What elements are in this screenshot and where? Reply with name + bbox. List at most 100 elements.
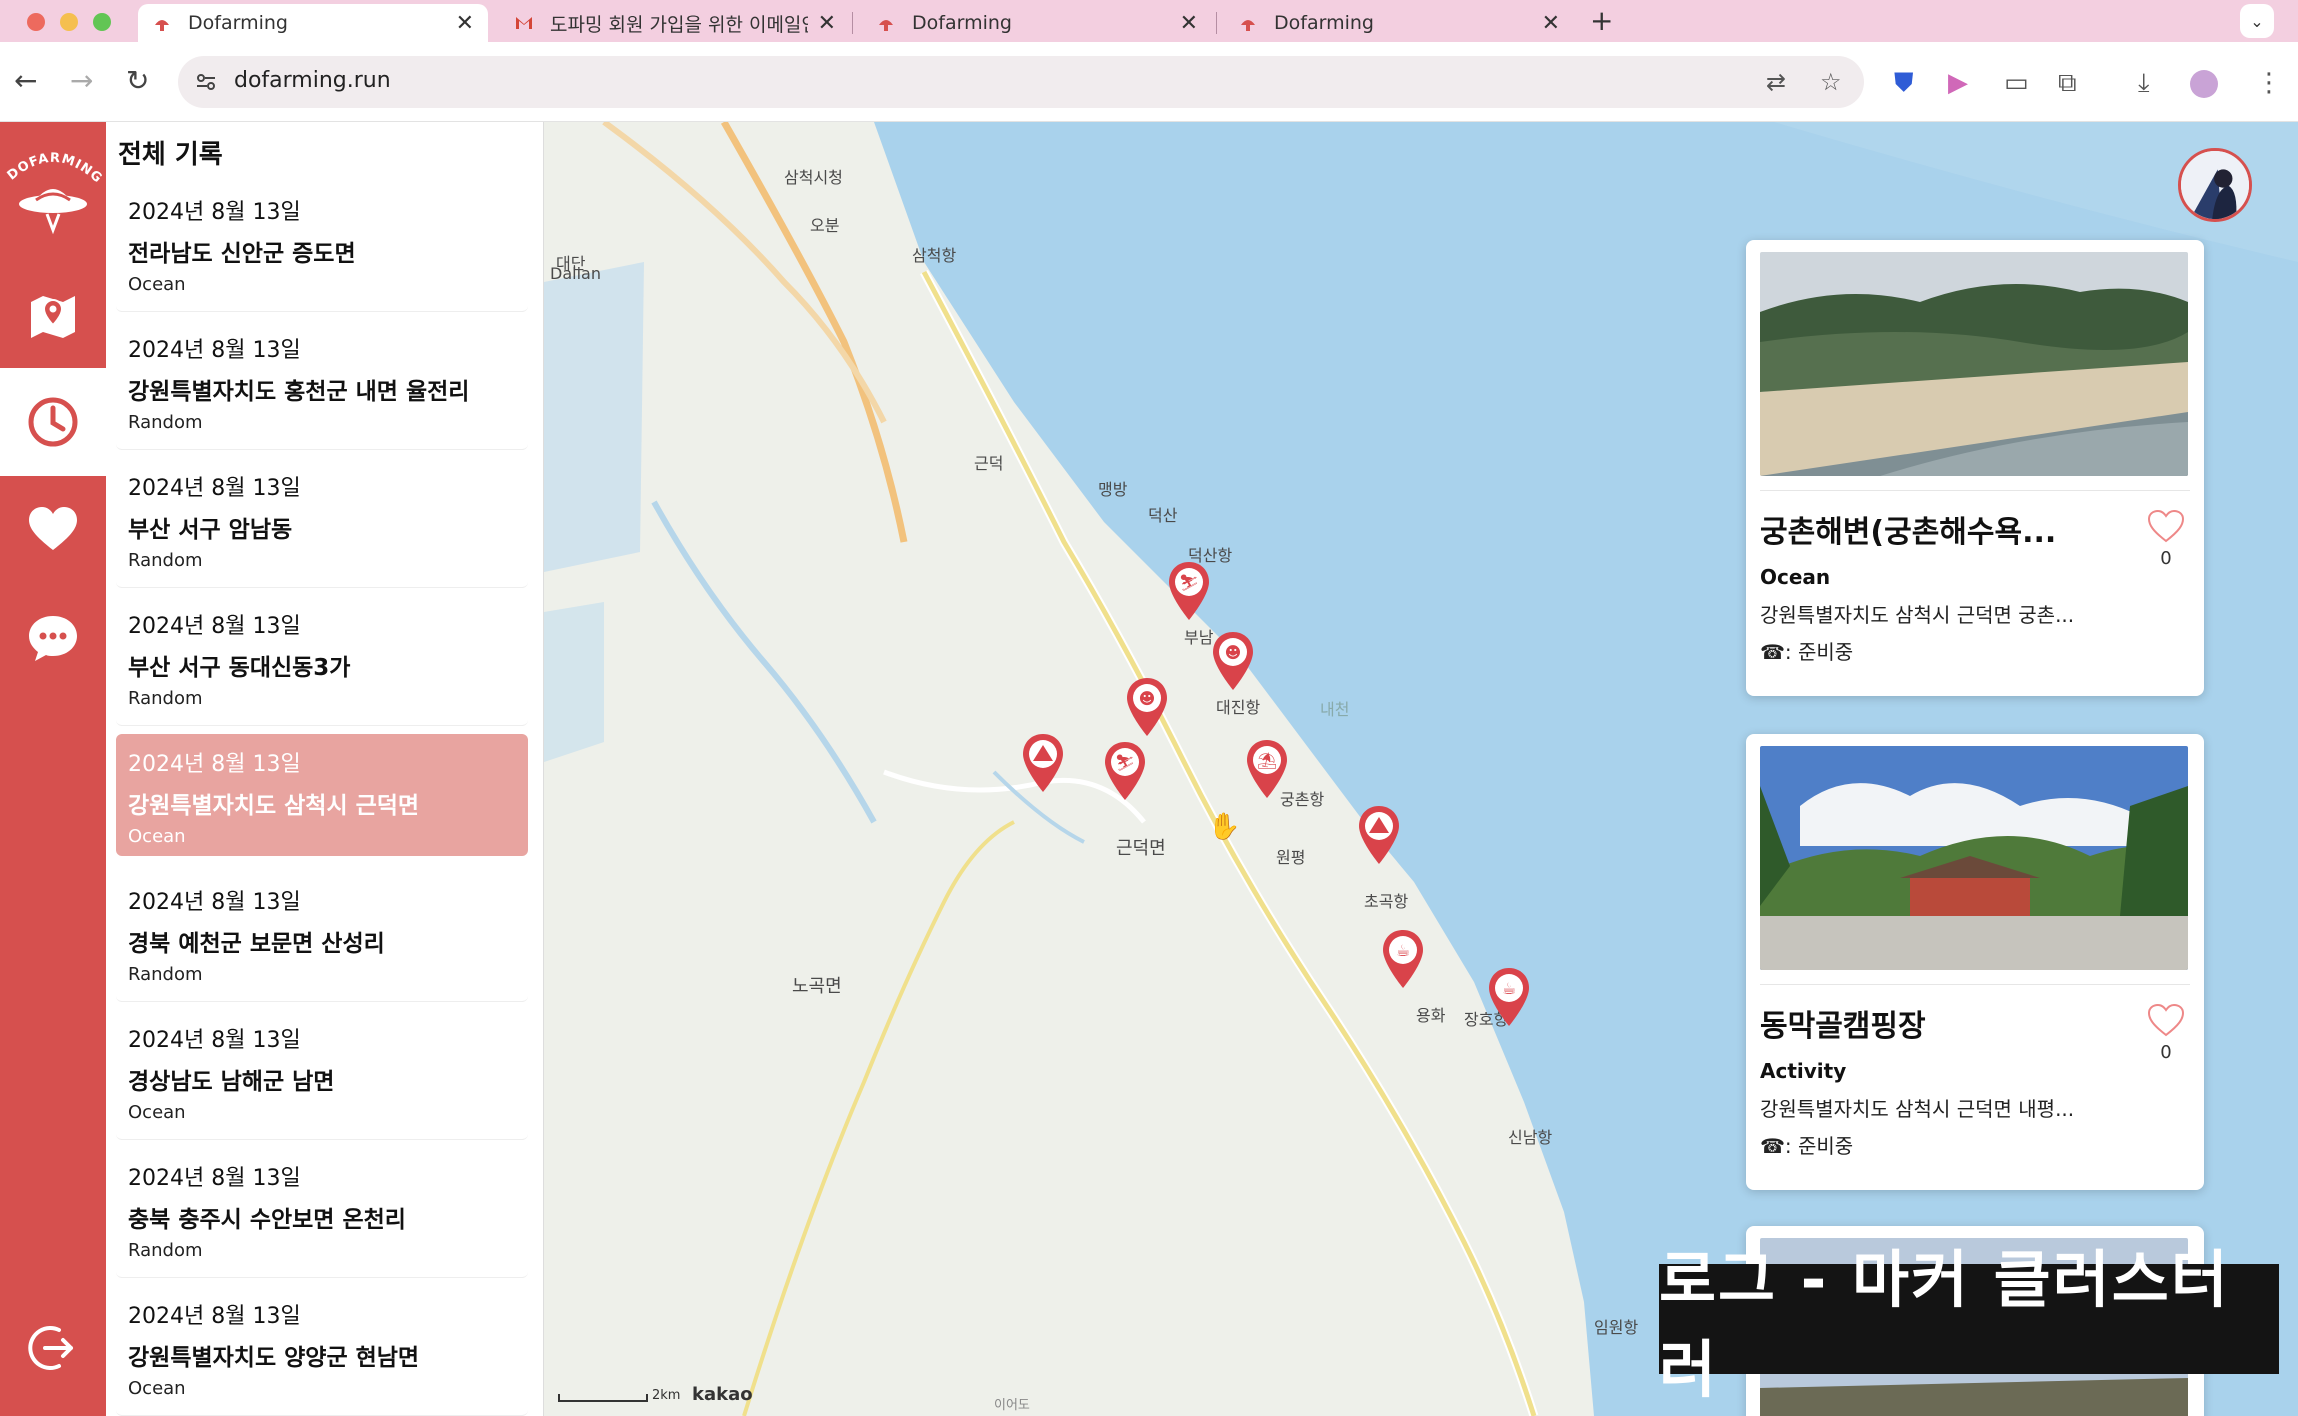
map-label: 근덕 (974, 454, 1004, 473)
map-label: 대진항 (1216, 698, 1261, 717)
place-card[interactable]: 동막골캠핑장 0 Activity 강원특별자치도 삼척시 근덕면 내평... … (1746, 734, 2204, 1190)
window-minimize-button[interactable] (60, 13, 78, 31)
record-date: 2024년 8월 13일 (128, 752, 301, 777)
record-location: 충북 충주시 수안보면 온천리 (128, 1207, 406, 1233)
like-button[interactable]: 0 (2146, 1002, 2186, 1063)
place-name: 동막골캠핑장 (1760, 1009, 1926, 1044)
history-record[interactable]: 2024년 8월 13일 경북 예천군 보문면 산성리 Random (116, 872, 528, 1002)
record-location: 강원특별자치도 삼척시 근덕면 (128, 793, 420, 819)
window-zoom-button[interactable] (93, 13, 111, 31)
record-category: Ocean (128, 1102, 186, 1123)
tab-close-icon[interactable]: ✕ (1180, 11, 1198, 36)
tent-marker-icon[interactable] (1356, 804, 1402, 866)
map-label: 이어도 (994, 1398, 1030, 1413)
side-rail: DOFARMING (0, 122, 106, 1416)
record-date: 2024년 8월 13일 (128, 476, 301, 501)
rail-history-button[interactable] (0, 368, 106, 476)
rail-logout-button[interactable] (0, 1294, 106, 1402)
record-date: 2024년 8월 13일 (128, 338, 301, 363)
record-category: Random (128, 1240, 203, 1261)
record-location: 강원특별자치도 양양군 현남면 (128, 1345, 420, 1371)
translate-icon[interactable]: ⇄ (1766, 68, 1786, 96)
cafe-marker-icon[interactable]: ☕ (1380, 928, 1426, 990)
reload-icon[interactable]: ↻ (126, 64, 149, 97)
shield-extension-icon[interactable]: ⛊ (1894, 68, 1914, 99)
new-tab-button[interactable]: + (1590, 4, 1613, 37)
cafe-marker-icon[interactable]: ☕ (1486, 966, 1532, 1028)
place-photo-camping (1760, 746, 2188, 970)
place-card[interactable]: 궁촌해변(궁촌해수욕... 0 Ocean 강원특별자치도 삼척시 근덕면 궁촌… (1746, 240, 2204, 696)
history-record[interactable]: 2024년 8월 13일 부산 서구 동대신동3가 Random (116, 596, 528, 726)
site-settings-icon[interactable] (194, 70, 218, 94)
address-bar[interactable]: dofarming.run ⇄ ☆ (178, 56, 1864, 108)
place-phone: ☎: 준비중 (1760, 1134, 1854, 1158)
more-menu-icon[interactable]: ⋮ (2256, 68, 2282, 98)
ski-marker-icon[interactable]: ⛷ (1166, 560, 1212, 622)
bookmark-star-icon[interactable]: ☆ (1820, 68, 1842, 96)
window-close-button[interactable] (27, 13, 45, 31)
profile-avatar-icon[interactable] (2190, 70, 2218, 98)
record-category: Ocean (128, 826, 186, 847)
record-date: 2024년 8월 13일 (128, 200, 301, 225)
heart-outline-icon (2147, 1003, 2185, 1037)
tab-dofarming-3[interactable]: Dofarming ✕ (1224, 4, 1574, 42)
place-photo-beach (1760, 252, 2188, 476)
logout-icon (28, 1326, 73, 1370)
map-label: 근덕면 (1116, 838, 1166, 859)
record-location: 전라남도 신안군 증도면 (128, 241, 356, 267)
extensions-puzzle-icon[interactable]: ⧉ (2058, 68, 2077, 99)
browser-toolbar: ← → ↻ dofarming.run ⇄ ☆ ⛊ ▶ ▭ ⧉ ⤓ ⋮ (0, 42, 2298, 122)
cast-extension-icon[interactable]: ▭ (2004, 68, 2029, 98)
swim-marker-icon[interactable]: ☻ (1124, 676, 1170, 738)
app-root: DOFARMING 전체 기록 2024년 8월 13일 전라남도 신안군 증도면… (0, 122, 2298, 1416)
record-category: Random (128, 412, 203, 433)
beach-marker-icon[interactable]: ⛱ (1244, 738, 1290, 800)
like-button[interactable]: 0 (2146, 508, 2186, 569)
media-extension-icon[interactable]: ▶ (1948, 68, 1968, 98)
svg-text:☕: ☕ (1396, 941, 1410, 960)
record-category: Random (128, 688, 203, 709)
tab-close-icon[interactable]: ✕ (456, 11, 474, 36)
rail-chat-button[interactable] (0, 584, 106, 692)
dofarming-logo[interactable]: DOFARMING (0, 142, 106, 252)
ski-marker-icon[interactable]: ⛷ (1102, 740, 1148, 802)
history-record[interactable]: 2024년 8월 13일 강원특별자치도 양양군 현남면 Ocean (116, 1286, 528, 1416)
record-location: 경상남도 남해군 남면 (128, 1069, 335, 1095)
place-category: Activity (1760, 1059, 1847, 1083)
user-avatar-image (2181, 151, 2249, 219)
tent-marker-icon[interactable] (1020, 732, 1066, 794)
map-view[interactable]: 삼척시청 대단 Dalian 오분 삼척항 근덕 맹방 덕산 덕산항 부남 대진… (544, 122, 2298, 1416)
history-record[interactable]: 2024년 8월 13일 부산 서구 암남동 Random (116, 458, 528, 588)
record-location: 경북 예천군 보문면 산성리 (128, 931, 385, 957)
map-label: 원평 (1276, 848, 1306, 867)
download-icon[interactable]: ⤓ (2138, 68, 2150, 99)
chat-bubble-icon (29, 616, 77, 661)
dofarming-favicon-icon (155, 20, 169, 31)
url-text: dofarming.run (234, 68, 391, 93)
record-category: Ocean (128, 274, 186, 295)
history-record[interactable]: 2024년 8월 13일 충북 충주시 수안보면 온천리 Random (116, 1148, 528, 1278)
history-record[interactable]: 2024년 8월 13일강원특별자치도 삼척시 근덕면 Ocean (116, 734, 528, 856)
tab-close-icon[interactable]: ✕ (1542, 11, 1560, 36)
place-address: 강원특별자치도 삼척시 근덕면 내평... (1760, 1097, 2075, 1121)
tab-title: Dofarming (1274, 12, 1374, 34)
svg-text:☻: ☻ (1139, 689, 1156, 708)
tab-title: Dofarming (188, 12, 288, 34)
map-pin-icon (31, 296, 75, 338)
tab-search-chevron-icon[interactable]: ⌄ (2240, 4, 2274, 38)
swim-marker-icon[interactable]: ☻ (1210, 630, 1256, 692)
user-avatar[interactable] (2178, 148, 2252, 222)
record-date: 2024년 8월 13일 (128, 614, 301, 639)
back-arrow-icon[interactable]: ← (14, 64, 37, 97)
rail-map-button[interactable] (0, 260, 106, 368)
tab-close-icon[interactable]: ✕ (818, 11, 836, 36)
map-label: 오분 (810, 216, 840, 235)
tab-gmail[interactable]: 도파밍 회원 가입을 위한 이메일인... ✕ (500, 4, 850, 42)
rail-favorites-button[interactable] (0, 476, 106, 584)
forward-arrow-icon[interactable]: → (70, 64, 93, 97)
tab-dofarming-2[interactable]: Dofarming ✕ (862, 4, 1212, 42)
history-record[interactable]: 2024년 8월 13일전라남도 신안군 증도면 Ocean (116, 182, 528, 312)
history-record[interactable]: 2024년 8월 13일 경상남도 남해군 남면 Ocean (116, 1010, 528, 1140)
history-record[interactable]: 2024년 8월 13일 강원특별자치도 홍천군 내면 율전리 Random (116, 320, 528, 450)
tab-dofarming-active[interactable]: Dofarming ✕ (138, 4, 488, 42)
